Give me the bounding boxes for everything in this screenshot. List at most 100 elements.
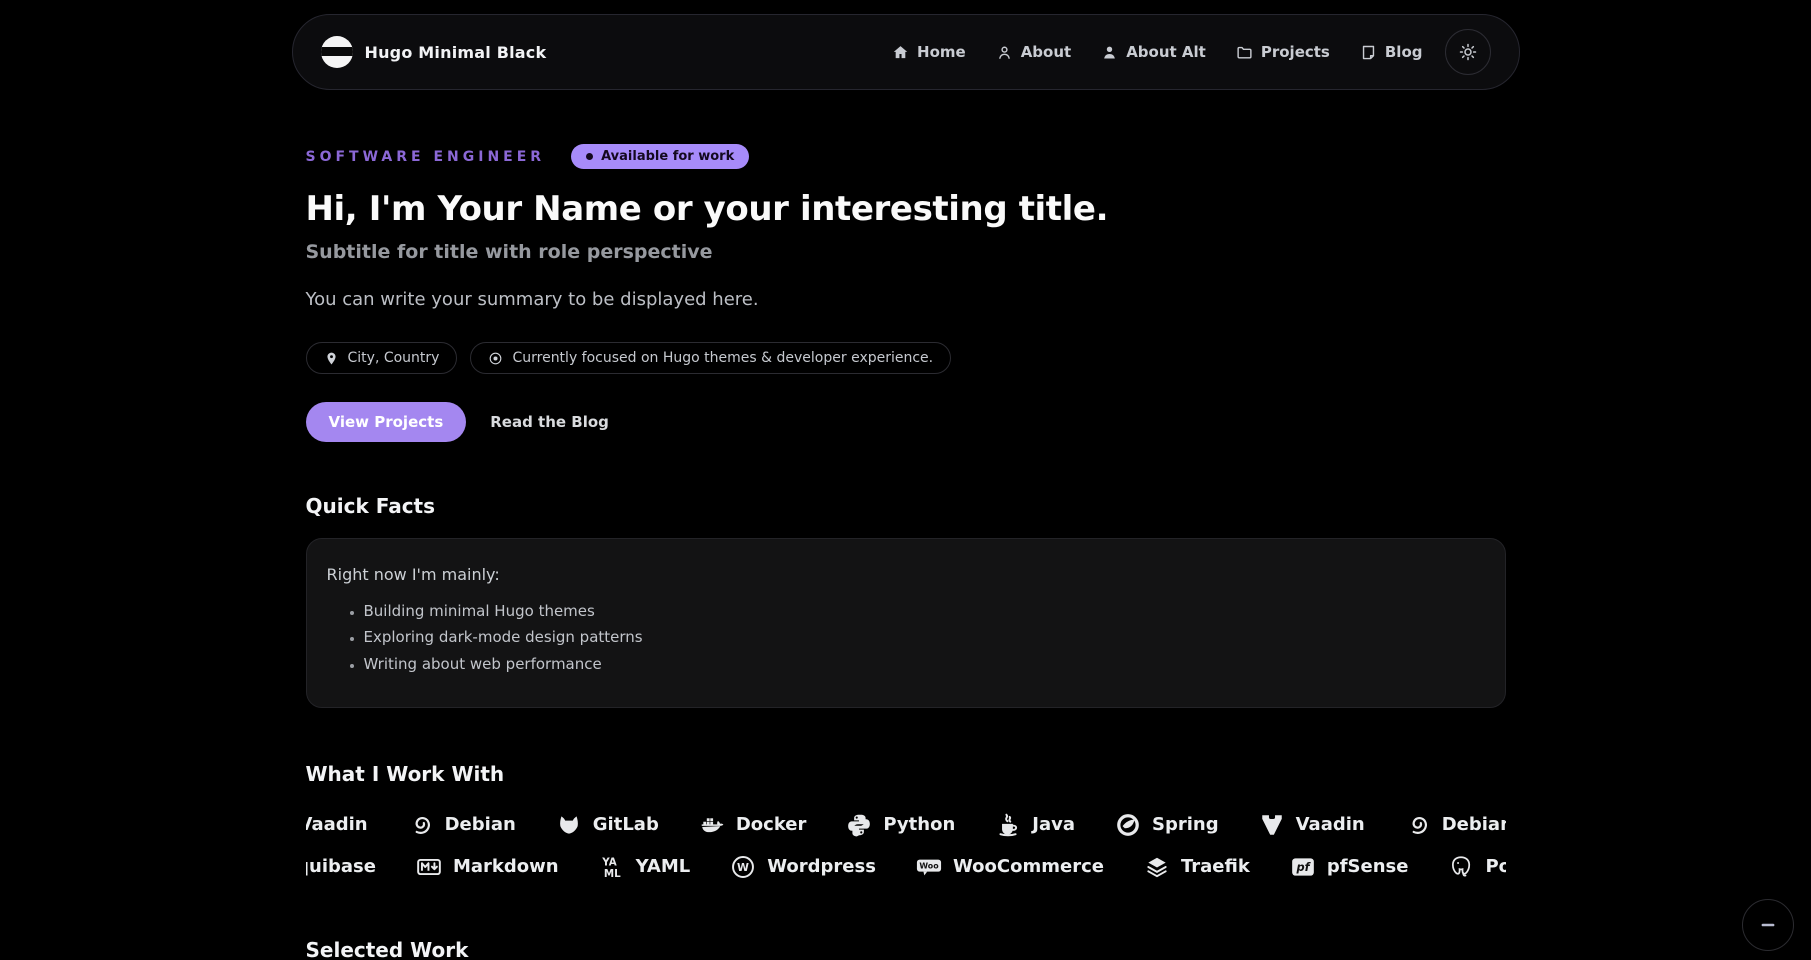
quick-fact-item: Writing about web performance — [364, 651, 1485, 677]
availability-label: Available for work — [601, 149, 734, 164]
tech-item-label: pfSense — [1327, 856, 1409, 877]
brand[interactable]: Hugo Minimal Black — [321, 36, 547, 68]
nav-item-label: About Alt — [1126, 43, 1206, 61]
role-eyebrow: SOFTWARE ENGINEER — [306, 149, 546, 165]
tech-item-label: Docker — [736, 814, 807, 835]
tech-row-1: Vaadin Debian GitLab Docker Python Java Spring… — [306, 812, 1506, 838]
traefik-icon — [1144, 854, 1170, 880]
svg-text:YA: YA — [601, 856, 616, 868]
nav-item-blog[interactable]: Blog — [1360, 43, 1423, 61]
tech-item-label: Wordpress — [767, 856, 876, 877]
quick-facts-section: Quick Facts Right now I'm mainly: Buildi… — [306, 494, 1506, 708]
tech-item-wordpress: W Wordpress — [730, 854, 876, 880]
tech-item-label: PostgreSQL — [1485, 856, 1505, 877]
read-blog-button[interactable]: Read the Blog — [476, 402, 623, 442]
user-outline-icon — [996, 44, 1013, 61]
nav: Home About About Alt Projects Blog — [892, 43, 1422, 61]
chip-label: Currently focused on Hugo themes & devel… — [512, 350, 933, 366]
tech-item-label: GitLab — [593, 814, 659, 835]
vaadin-icon — [1259, 812, 1285, 838]
blog-icon — [1360, 44, 1377, 61]
minus-icon — [1757, 914, 1779, 936]
tech-item-postgresql: PostgreSQL — [1448, 854, 1505, 880]
tech-item-debian: Debian — [408, 812, 516, 838]
sun-icon — [1458, 42, 1478, 62]
header: Hugo Minimal Black Home About About Alt Pro… — [0, 0, 1811, 90]
java-icon — [995, 812, 1021, 838]
tech-item-gitlab: GitLab — [556, 812, 659, 838]
markdown-icon — [416, 854, 442, 880]
tech-item-label: Java — [1032, 814, 1075, 835]
nav-item-label: About — [1021, 43, 1072, 61]
quick-facts-heading: Quick Facts — [306, 494, 1506, 518]
nav-item-about-alt[interactable]: About Alt — [1101, 43, 1206, 61]
quick-fact-item: Building minimal Hugo themes — [364, 598, 1485, 624]
quick-facts-intro: Right now I'm mainly: — [327, 565, 1485, 584]
tech-item-label: YAML — [636, 856, 691, 877]
tech-item-traefik: Traefik — [1144, 854, 1250, 880]
tech-item-label: WooCommerce — [953, 856, 1104, 877]
nav-item-about[interactable]: About — [996, 43, 1072, 61]
location-pin-icon — [324, 351, 339, 366]
selected-work-heading: Selected Work — [306, 938, 1506, 960]
python-icon — [846, 812, 872, 838]
collapse-widget-button[interactable] — [1742, 899, 1794, 951]
brand-logo-icon — [321, 36, 353, 68]
theme-toggle-button[interactable] — [1445, 29, 1491, 75]
tech-item-java: Java — [995, 812, 1075, 838]
brand-name: Hugo Minimal Black — [365, 43, 547, 62]
hero-chip: City, Country — [306, 342, 458, 374]
home-icon — [892, 44, 909, 61]
tech-item-label: Debian — [445, 814, 516, 835]
quick-fact-item: Exploring dark-mode design patterns — [364, 624, 1485, 650]
svg-text:ML: ML — [603, 868, 620, 880]
tech-item-markdown: Markdown — [416, 854, 559, 880]
selected-work-section: Selected Work Minimal Black Hugo Theme F… — [306, 938, 1506, 960]
hero-subtitle: Subtitle for title with role perspective — [306, 241, 1506, 263]
tech-row-2: LiquibaseMarkdownYAMLYAMLWWordpressWooWo… — [306, 854, 1506, 880]
tech-item-label: Python — [883, 814, 955, 835]
tech-item-label: Debian — [1442, 814, 1506, 835]
user-filled-icon — [1101, 44, 1118, 61]
tech-marquee: Vaadin Debian GitLab Docker Python Java Spring… — [306, 812, 1506, 880]
tech-item-python: Python — [846, 812, 955, 838]
postgresql-icon — [1448, 854, 1474, 880]
svg-text:pf: pf — [1295, 860, 1311, 874]
nav-item-label: Projects — [1261, 43, 1330, 61]
tech-item-label: Spring — [1152, 814, 1219, 835]
debian-icon — [408, 812, 434, 838]
hero-section: SOFTWARE ENGINEER Available for work Hi,… — [306, 90, 1506, 442]
nav-item-label: Home — [917, 43, 966, 61]
chip-label: City, Country — [348, 350, 440, 366]
availability-dot-icon — [586, 153, 593, 160]
tech-item-woocommerce: Woo WooCommerce — [916, 854, 1104, 880]
tech-item-label: Traefik — [1181, 856, 1250, 877]
debian-icon — [1405, 812, 1431, 838]
spring-icon — [1115, 812, 1141, 838]
tech-item-label: Liquibase — [306, 856, 376, 877]
nav-item-home[interactable]: Home — [892, 43, 966, 61]
wordpress-icon: W — [730, 854, 756, 880]
nav-item-projects[interactable]: Projects — [1236, 43, 1330, 61]
tech-item-label: Vaadin — [306, 814, 368, 835]
pfsense-icon: pf — [1290, 854, 1316, 880]
tech-item-liquibase: Liquibase — [306, 854, 376, 880]
availability-badge: Available for work — [571, 144, 749, 169]
tech-section: What I Work With Vaadin Debian GitLab Docke… — [306, 762, 1506, 880]
hero-chip: Currently focused on Hugo themes & devel… — [470, 342, 951, 374]
view-projects-button[interactable]: View Projects — [306, 402, 467, 442]
tech-item-vaadin: Vaadin — [1259, 812, 1365, 838]
woocommerce-icon: Woo — [916, 854, 942, 880]
hero-summary: You can write your summary to be display… — [306, 289, 1506, 310]
tech-item-pfsense: pf pfSense — [1290, 854, 1409, 880]
svg-text:W: W — [737, 861, 749, 874]
page-title: Hi, I'm Your Name or your interesting ti… — [306, 189, 1506, 229]
tech-item-label: Markdown — [453, 856, 559, 877]
navbar: Hugo Minimal Black Home About About Alt Pro… — [292, 14, 1520, 90]
tech-item-vaadin: Vaadin — [306, 812, 368, 838]
docker-icon — [699, 812, 725, 838]
nav-item-label: Blog — [1385, 43, 1423, 61]
quick-facts-card: Right now I'm mainly: Building minimal H… — [306, 538, 1506, 708]
hero-chips: City, Country Currently focused on Hugo t… — [306, 342, 1506, 374]
tech-heading: What I Work With — [306, 762, 1506, 786]
